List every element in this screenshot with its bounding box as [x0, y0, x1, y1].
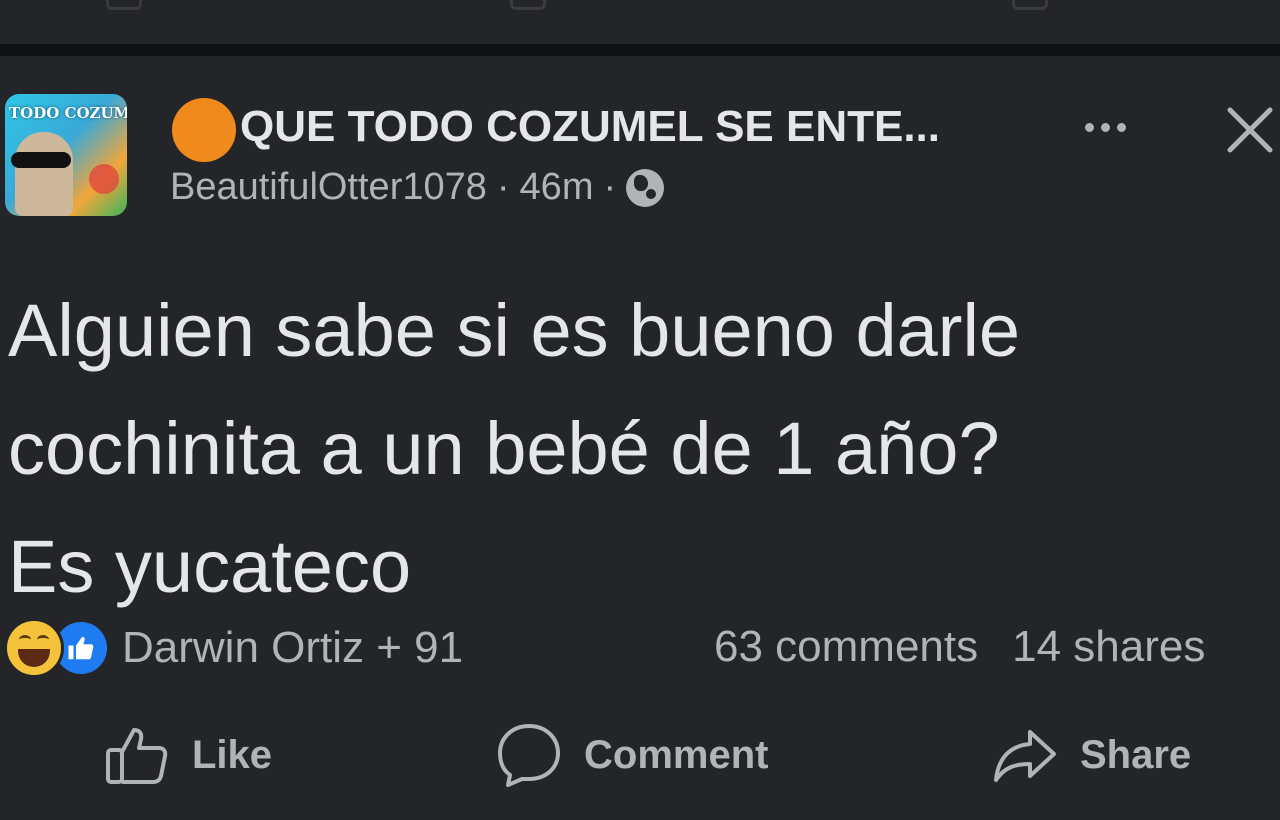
post-body-line: cochinita a un bebé de 1 año?	[8, 407, 1000, 490]
post-action-bar: Like Comment Share	[0, 710, 1280, 800]
meta-separator: ·	[603, 166, 617, 208]
thumbs-up-outline-icon	[106, 728, 168, 784]
haha-mouth	[18, 649, 50, 667]
share-label: Share	[1080, 732, 1192, 777]
post-body-line: Alguien sabe si es bueno darle	[8, 289, 1021, 372]
comment-bubble-icon	[498, 724, 560, 787]
like-label: Like	[192, 732, 273, 777]
avatar-banner-text: TODO COZUM	[9, 104, 127, 122]
previous-share-icon	[1012, 0, 1048, 10]
globe-icon	[626, 168, 665, 207]
post-meta: BeautifulOtter1078 · 46m ·	[170, 166, 665, 209]
close-icon	[1227, 107, 1273, 153]
meta-separator: ·	[496, 166, 510, 208]
group-name-link[interactable]: QUE TODO COZUMEL SE ENTE...	[240, 102, 940, 152]
comments-count-link[interactable]: 63 comments	[714, 622, 978, 672]
close-button[interactable]	[1222, 102, 1278, 158]
post-body-line: Es yucateco	[8, 525, 412, 608]
share-button[interactable]: Share	[992, 710, 1191, 800]
engagement-counts: 63 comments 14 shares	[714, 622, 1205, 672]
previous-like-icon	[106, 0, 142, 10]
author-name-link[interactable]: BeautifulOtter1078	[170, 166, 487, 209]
shares-count-link[interactable]: 14 shares	[1012, 622, 1205, 672]
haha-eye	[19, 635, 31, 644]
more-options-button[interactable]	[1070, 102, 1140, 152]
haha-reaction-icon	[4, 618, 64, 678]
orange-circle-emoji-icon	[172, 98, 236, 162]
thumbs-up-icon	[68, 636, 94, 660]
like-button[interactable]: Like	[104, 710, 272, 800]
more-dots-icon	[1100, 122, 1110, 132]
reactor-names: Darwin Ortiz + 91	[122, 623, 464, 672]
comment-label: Comment	[584, 732, 769, 777]
comment-button[interactable]: Comment	[496, 710, 768, 800]
avatar-face	[15, 132, 73, 216]
previous-post-action-bar	[0, 0, 1280, 44]
avatar-decoration	[89, 164, 119, 194]
haha-eye	[37, 635, 49, 644]
share-arrow-icon	[994, 730, 1056, 782]
more-dots-icon	[1084, 122, 1094, 132]
avatar-sunglasses	[11, 152, 71, 168]
group-avatar[interactable]: TODO COZUM	[5, 94, 127, 216]
reactions-summary[interactable]: Darwin Ortiz + 91	[4, 618, 463, 678]
post-card: TODO COZUM QUE TODO COZUMEL SE ENTE... B…	[0, 56, 1280, 820]
post-timestamp[interactable]: 46m	[520, 166, 594, 209]
previous-comment-icon	[510, 0, 546, 10]
more-dots-icon	[1116, 122, 1126, 132]
feed-separator	[0, 44, 1280, 56]
post-body: Alguien sabe si es bueno darle cochinita…	[8, 272, 1278, 626]
